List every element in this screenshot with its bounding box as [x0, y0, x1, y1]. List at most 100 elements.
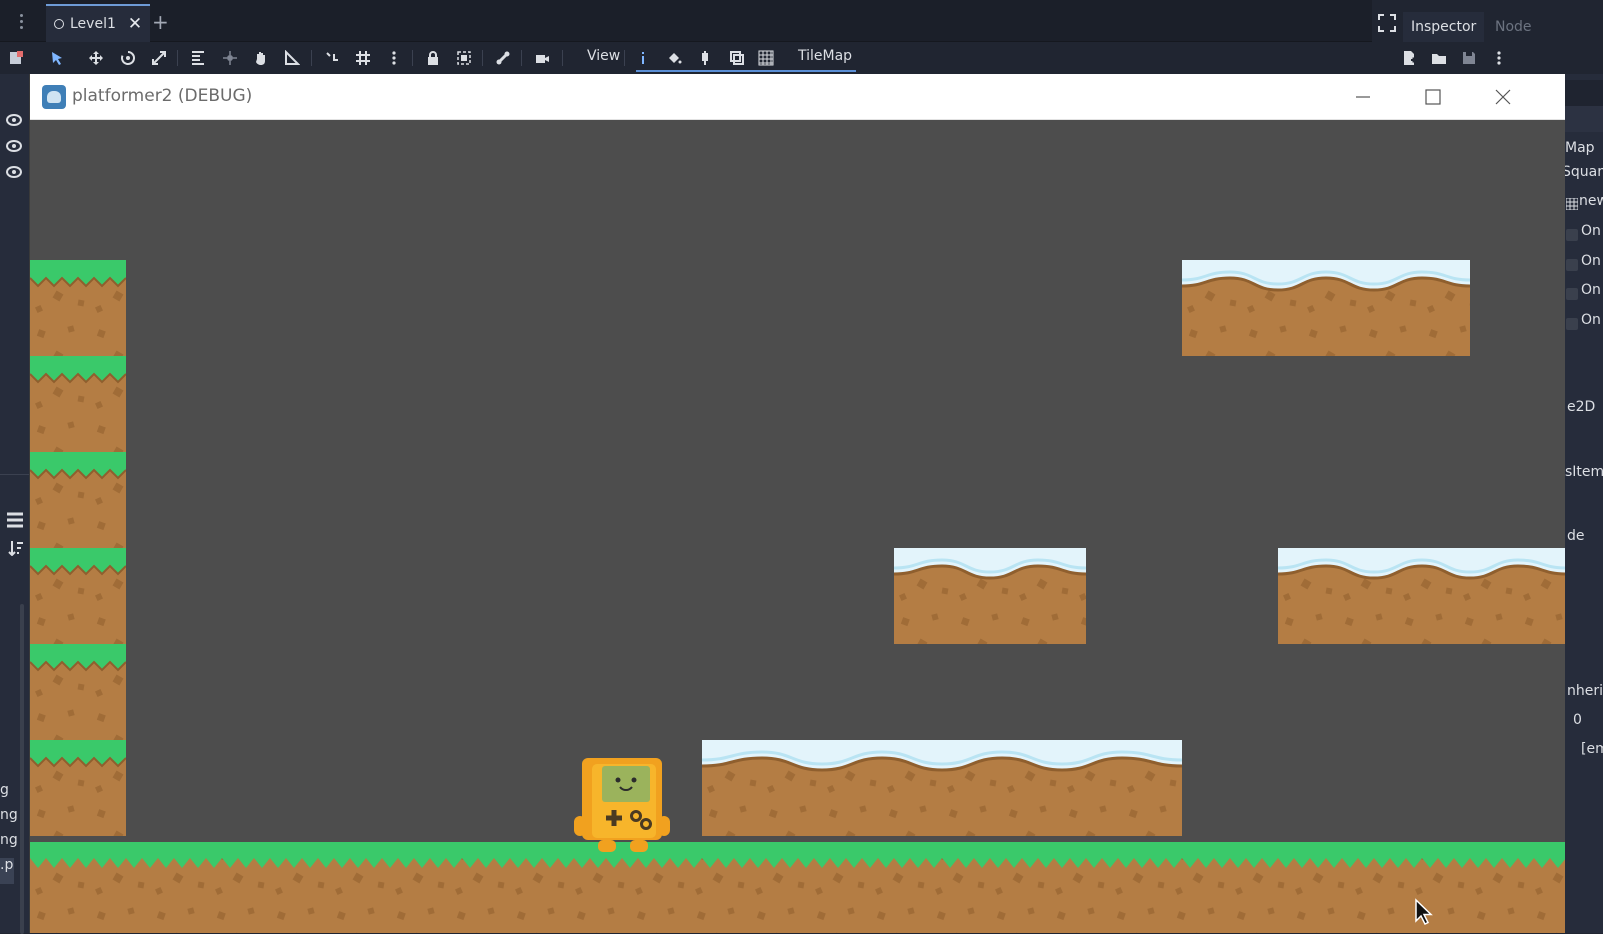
godot-app-icon — [42, 85, 66, 109]
bone-icon[interactable] — [493, 48, 513, 68]
new-resource-icon[interactable] — [1401, 50, 1417, 66]
snow-platform — [1182, 260, 1470, 356]
tab-node[interactable]: Node — [1487, 12, 1540, 42]
view-menu[interactable]: View — [587, 48, 620, 64]
inspector-fragment-map: Map — [1565, 140, 1595, 156]
grass-tile — [30, 644, 126, 740]
lock-icon[interactable] — [423, 48, 443, 68]
paint-bucket-icon[interactable] — [664, 48, 684, 68]
smart-snap-icon[interactable] — [322, 48, 342, 68]
property-checkbox[interactable] — [1566, 288, 1578, 300]
canvas-toolbar: View TileMap — [0, 42, 1372, 74]
grass-tile — [30, 260, 126, 356]
scene-tab-bar: Level1 ✕ + — [0, 0, 1396, 42]
scale-mode-icon[interactable] — [149, 48, 169, 68]
mouse-cursor-icon — [1415, 898, 1433, 926]
game-debug-window: platformer2 (DEBUG) — [29, 74, 1565, 933]
grass-tile — [30, 740, 126, 836]
scene-tab-level1[interactable]: Level1 ✕ — [46, 4, 150, 42]
inspector-section-node2d[interactable]: e2D — [1567, 399, 1595, 415]
grass-tile — [30, 356, 126, 452]
window-title: platformer2 (DEBUG) — [72, 86, 253, 106]
camera-icon[interactable] — [532, 48, 552, 68]
visibility-eye-icon[interactable] — [6, 112, 22, 128]
toolbar-separator — [482, 50, 483, 66]
dock-divider — [0, 474, 29, 475]
ground-strip — [30, 842, 1565, 933]
ruler-mode-icon[interactable] — [282, 48, 302, 68]
toolbar-separator — [624, 50, 625, 66]
property-value-empty[interactable]: [em — [1581, 741, 1603, 757]
toolbar-separator — [311, 50, 312, 66]
snow-platform — [702, 740, 1182, 836]
property-value-on: On — [1581, 253, 1601, 269]
property-value-on: On — [1581, 223, 1601, 239]
file-fragment[interactable]: .p — [0, 857, 13, 873]
visibility-eye-icon[interactable] — [6, 138, 22, 154]
game-viewport[interactable] — [30, 120, 1565, 933]
maximize-icon[interactable] — [1420, 84, 1446, 110]
inspector-new-resource[interactable]: new — [1579, 193, 1603, 209]
property-value-on: On — [1581, 312, 1601, 328]
sort-icon[interactable] — [8, 540, 24, 556]
player-character — [574, 758, 670, 852]
list-select-icon[interactable] — [188, 48, 208, 68]
group-icon[interactable] — [454, 48, 474, 68]
close-tab-icon[interactable]: ✕ — [128, 14, 142, 34]
property-checkbox[interactable] — [1566, 259, 1578, 271]
save-icon[interactable] — [1461, 50, 1477, 66]
tilemap-menu[interactable]: TileMap — [798, 48, 852, 64]
toolbar-separator — [521, 50, 522, 66]
toolbar-separator — [177, 50, 178, 66]
file-fragment[interactable]: g — [0, 782, 9, 798]
inspector-section-canvasitem[interactable]: sItem — [1565, 464, 1603, 480]
grid-snap-icon[interactable] — [353, 48, 373, 68]
move-mode-icon[interactable] — [86, 48, 106, 68]
file-list-scrollbar[interactable] — [20, 604, 24, 934]
pan-mode-icon[interactable] — [251, 48, 271, 68]
open-folder-icon[interactable] — [1431, 50, 1447, 66]
inspector-toolbar — [1403, 44, 1603, 74]
snow-platform — [894, 548, 1086, 644]
grass-tile — [30, 548, 126, 644]
inspector-section-node[interactable]: de — [1567, 528, 1585, 544]
scene-tab-label: Level1 — [70, 16, 116, 32]
snap-options-icon[interactable] — [384, 48, 404, 68]
scene-unsaved-icon — [54, 19, 64, 29]
scene-tabs-menu-icon[interactable] — [20, 14, 24, 32]
file-fragment[interactable]: ng — [0, 832, 18, 848]
property-checkbox[interactable] — [1566, 229, 1578, 241]
property-checkbox[interactable] — [1566, 318, 1578, 330]
resource-grid-icon — [1566, 198, 1578, 210]
property-value-on: On — [1581, 282, 1601, 298]
scene-dock-strip — [0, 74, 29, 934]
property-inherit: nherit — [1567, 683, 1603, 699]
window-titlebar[interactable]: platformer2 (DEBUG) — [30, 74, 1565, 120]
rotate-mode-icon[interactable] — [118, 48, 138, 68]
copy-icon[interactable] — [727, 48, 747, 68]
grid-icon — [758, 50, 774, 66]
snow-platform — [1278, 548, 1565, 644]
tab-inspector[interactable]: Inspector — [1403, 12, 1485, 42]
dock-tabs: Inspector Node — [1403, 10, 1603, 42]
close-window-icon[interactable] — [1490, 84, 1516, 110]
inspector-search-row[interactable] — [1564, 80, 1603, 106]
list-view-icon[interactable] — [6, 512, 24, 528]
info-icon[interactable] — [633, 48, 653, 68]
add-tab-icon[interactable]: + — [152, 10, 169, 34]
scene-tool-icon[interactable] — [6, 48, 26, 68]
select-mode-icon[interactable] — [47, 48, 67, 68]
picker-icon[interactable] — [695, 48, 715, 68]
inspector-menu-icon[interactable] — [1491, 50, 1507, 66]
toolbar-separator — [412, 50, 413, 66]
file-fragment[interactable]: ng — [0, 807, 18, 823]
property-value-zero[interactable]: 0 — [1573, 712, 1582, 728]
godot-editor: Level1 ✕ + View TileMap Inspector Node M… — [0, 0, 1603, 934]
distraction-free-icon[interactable] — [1378, 14, 1396, 32]
pivot-mode-icon[interactable] — [220, 48, 240, 68]
minimize-icon[interactable] — [1350, 84, 1376, 110]
inspector-fragment-shape: Square — [1562, 164, 1603, 180]
toolbar-separator — [562, 50, 563, 66]
inspector-header-row — [1564, 106, 1603, 132]
visibility-eye-icon[interactable] — [6, 164, 22, 180]
